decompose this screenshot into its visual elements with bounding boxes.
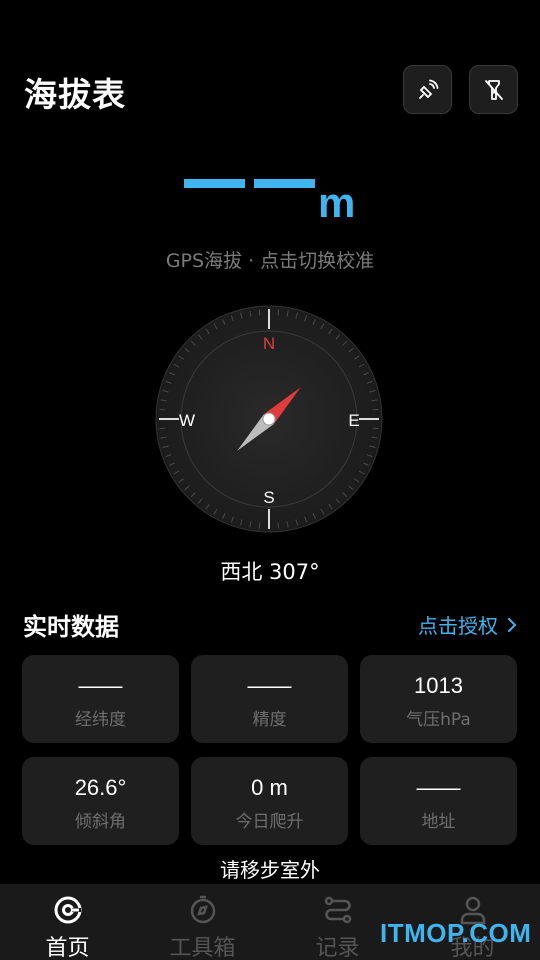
altitude-dash [184, 179, 245, 188]
tab-toolbox[interactable]: 工具箱 [135, 884, 270, 960]
flashlight-button[interactable] [469, 65, 518, 114]
compass-dial: N E S W [155, 305, 383, 533]
card-value: 1013 [414, 673, 463, 698]
card-accuracy[interactable]: —— 精度 [191, 655, 348, 743]
card-label: 经纬度 [75, 710, 126, 730]
hint-text: 请移步室外 [220, 858, 320, 882]
compass-tick [159, 427, 166, 430]
compass-tick [159, 408, 166, 411]
gps-signal-icon [418, 79, 438, 99]
altitude-display[interactable]: —— m [0, 165, 540, 235]
card-label: 今日爬升 [235, 812, 304, 832]
card-value: 26.6° [74, 775, 127, 800]
compass-north: N [263, 334, 275, 353]
card-pressure[interactable]: 1013 气压hPa [360, 655, 517, 743]
home-icon [54, 896, 81, 924]
compass-tick [372, 408, 379, 411]
authorize-link[interactable]: 点击授权 [418, 610, 518, 639]
page-title: 海拔表 [24, 75, 126, 114]
route-icon [324, 896, 351, 924]
card-value: —— [78, 673, 123, 698]
compass-tick [372, 427, 379, 430]
watermark: ITMOP.COM [380, 918, 532, 948]
tab-label: 工具箱 [169, 936, 236, 960]
card-tilt[interactable]: 26.6° 倾斜角 [22, 757, 179, 845]
card-label: 倾斜角 [75, 812, 126, 832]
compass-tool-icon [190, 895, 215, 924]
card-address[interactable]: —— 地址 [360, 757, 517, 845]
gps-button[interactable] [403, 65, 452, 114]
compass-icon: N E S W [155, 305, 383, 533]
card-label: 地址 [421, 812, 456, 832]
heading-readout: 西北 307° [220, 560, 320, 584]
compass-tick [277, 522, 280, 529]
compass-west: W [179, 411, 195, 430]
altitude-caption[interactable]: GPS海拔 · 点击切换校准 [0, 246, 540, 273]
compass-tick [258, 522, 261, 529]
section-title: 实时数据 [23, 613, 119, 641]
card-label: 精度 [252, 710, 287, 730]
card-climb[interactable]: 0 m 今日爬升 [191, 757, 348, 845]
altitude-dash [254, 179, 315, 188]
card-value: —— [247, 673, 292, 698]
chevron-right-icon [508, 617, 517, 632]
card-coordinates[interactable]: —— 经纬度 [22, 655, 179, 743]
flashlight-off-icon [484, 79, 503, 100]
card-label: 气压hPa [406, 710, 471, 730]
compass-east: E [348, 411, 359, 430]
compass-tick [277, 309, 280, 316]
compass-south: S [263, 488, 274, 507]
altitude-unit: m [318, 179, 356, 226]
compass-tick [258, 309, 261, 316]
tab-home[interactable]: 首页 [0, 884, 135, 960]
card-value: —— [416, 775, 461, 800]
tab-label: 首页 [45, 936, 90, 960]
authorize-label: 点击授权 [418, 614, 498, 638]
header: 海拔表 [0, 0, 540, 130]
card-value: 0 m [251, 775, 288, 800]
